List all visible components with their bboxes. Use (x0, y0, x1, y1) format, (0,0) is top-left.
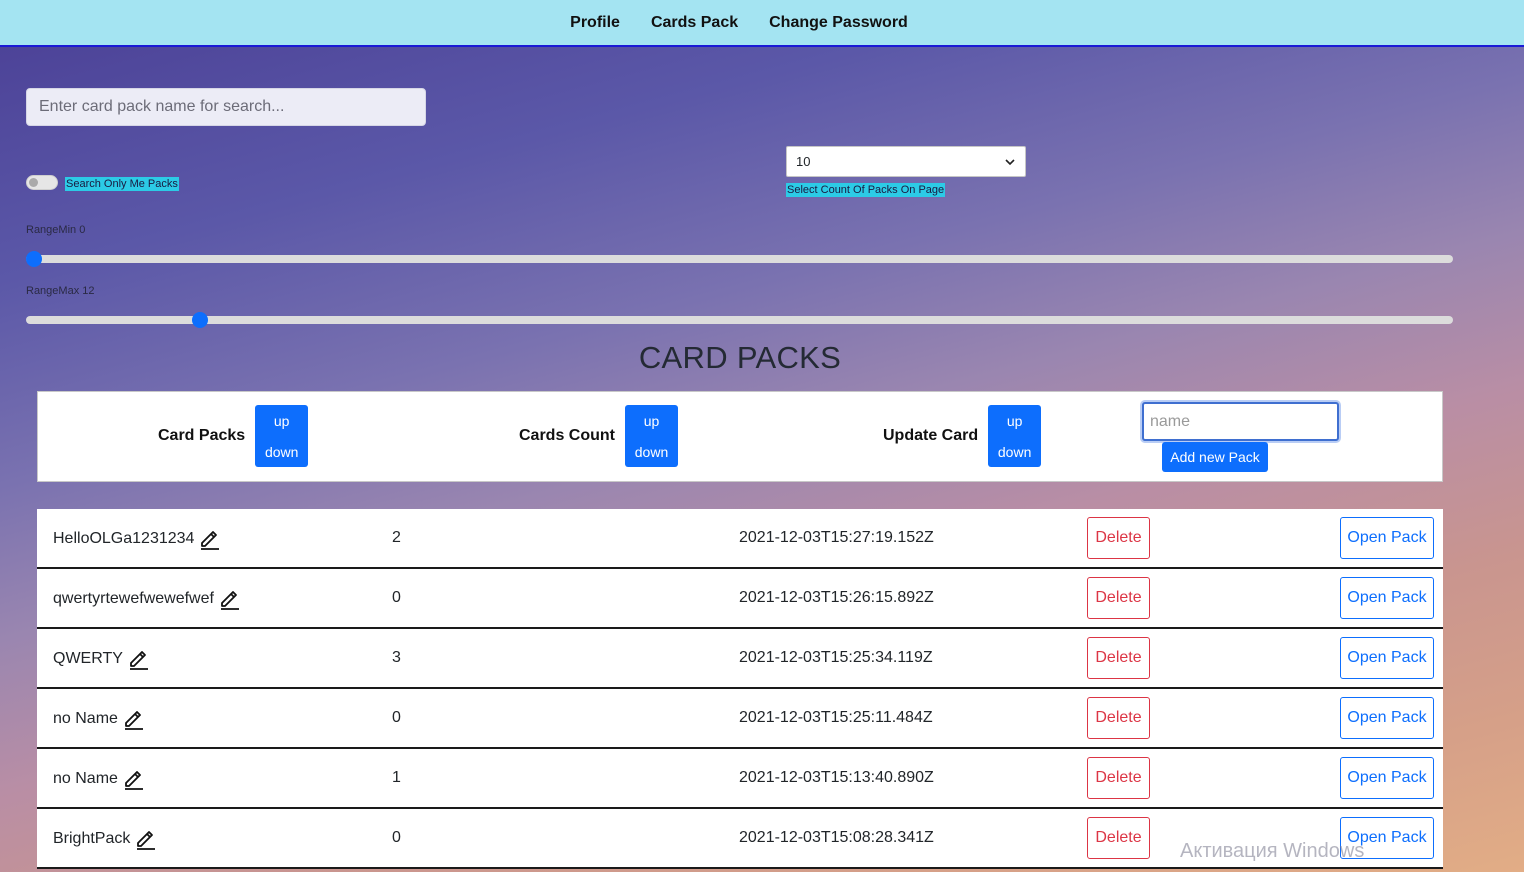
pack-name-cell: no Name (53, 767, 146, 791)
sort-update-card: Update Card up down (883, 405, 1042, 467)
pack-name-cell: HelloOLGa1231234 (53, 527, 222, 551)
edit-pencil-icon[interactable] (198, 527, 222, 551)
sort-count-down-button[interactable]: down (625, 436, 678, 467)
pack-name: no Name (53, 710, 118, 727)
delete-button[interactable]: Delete (1087, 757, 1150, 799)
pack-cards-count: 0 (392, 829, 401, 846)
sort-name-down-button[interactable]: down (255, 436, 309, 467)
sort-name-up-button[interactable]: up (255, 405, 309, 436)
open-pack-button[interactable]: Open Pack (1340, 577, 1434, 619)
table-row: HelloOLGa1231234 2 2021-12-03T15:27:19.152… (37, 509, 1443, 569)
range-min-thumb[interactable] (26, 251, 42, 267)
sort-cards-count: Cards Count up down (519, 405, 678, 467)
col-cards-count-label: Cards Count (519, 427, 615, 444)
pack-name-cell: qwertyrtewefwewefwef (53, 587, 242, 611)
sort-count-up-button[interactable]: up (625, 405, 678, 436)
pack-name: HelloOLGa1231234 (53, 530, 195, 547)
pack-cards-count: 1 (392, 769, 401, 786)
pack-name: BrightPack (53, 830, 131, 847)
pack-cards-count: 0 (392, 709, 401, 726)
chevron-down-icon (1005, 158, 1015, 165)
delete-button[interactable]: Delete (1087, 817, 1150, 859)
open-pack-button[interactable]: Open Pack (1340, 517, 1434, 559)
pack-name-cell: no Name (53, 707, 146, 731)
edit-pencil-icon[interactable] (127, 647, 151, 671)
sort-updated-up-button[interactable]: up (988, 405, 1042, 436)
nav-profile[interactable]: Profile (570, 14, 620, 32)
add-new-pack-button[interactable]: Add new Pack (1162, 442, 1268, 472)
nav-cards-pack[interactable]: Cards Pack (651, 14, 738, 32)
pack-name: QWERTY (53, 650, 123, 667)
range-min-label: RangeMin 0 (26, 224, 86, 236)
packs-list: HelloOLGa1231234 2 2021-12-03T15:27:19.152… (37, 509, 1443, 869)
page-title: CARD PACKS (638, 340, 842, 375)
windows-activation-watermark: Активация Windows (1180, 840, 1365, 862)
pack-updated: 2021-12-03T15:25:11.484Z (739, 709, 933, 726)
pack-name: no Name (53, 770, 118, 787)
sort-card-packs: Card Packs up down (158, 405, 309, 467)
delete-button[interactable]: Delete (1087, 577, 1150, 619)
open-pack-button[interactable]: Open Pack (1340, 697, 1434, 739)
table-row: qwertyrtewefwewefwef 0 2021-12-03T15:26:15… (37, 569, 1443, 629)
count-select[interactable]: 10 (786, 146, 1026, 177)
sort-updated-down-button[interactable]: down (988, 436, 1042, 467)
delete-button[interactable]: Delete (1087, 637, 1150, 679)
nav-change-password[interactable]: Change Password (769, 14, 908, 32)
table-row: no Name 1 2021-12-03T15:13:40.890Z Delete Op… (37, 749, 1443, 809)
pack-cards-count: 2 (392, 529, 401, 546)
pack-updated: 2021-12-03T15:27:19.152Z (739, 529, 934, 546)
count-select-value: 10 (796, 154, 811, 169)
edit-pencil-icon[interactable] (218, 587, 242, 611)
table-row: no Name 0 2021-12-03T15:25:11.484Z Delete Op… (37, 689, 1443, 749)
pack-cards-count: 3 (392, 649, 401, 666)
pack-name: qwertyrtewefwewefwef (53, 590, 214, 607)
pack-updated: 2021-12-03T15:25:34.119Z (739, 649, 933, 666)
count-select-label: Select Count Of Packs On Page (786, 183, 946, 197)
delete-button[interactable]: Delete (1087, 697, 1150, 739)
delete-button[interactable]: Delete (1087, 517, 1150, 559)
pack-updated: 2021-12-03T15:26:15.892Z (739, 589, 934, 606)
pack-name-cell: QWERTY (53, 647, 151, 671)
open-pack-button[interactable]: Open Pack (1340, 757, 1434, 799)
new-pack-name-input[interactable] (1142, 402, 1339, 441)
open-pack-button[interactable]: Open Pack (1340, 637, 1434, 679)
search-input[interactable] (26, 88, 426, 126)
only-me-label: Search Only Me Packs (65, 177, 179, 191)
range-max-slider[interactable] (26, 312, 1453, 328)
only-me-toggle[interactable] (26, 175, 58, 190)
col-update-card-label: Update Card (883, 427, 979, 444)
pack-name-cell: BrightPack (53, 827, 158, 851)
col-card-packs-label: Card Packs (158, 427, 246, 444)
range-max-thumb[interactable] (192, 312, 208, 328)
pack-updated: 2021-12-03T15:08:28.341Z (739, 829, 934, 846)
toggle-knob (29, 178, 38, 187)
edit-pencil-icon[interactable] (122, 767, 146, 791)
pack-updated: 2021-12-03T15:13:40.890Z (739, 769, 934, 786)
table-header: Card Packs up down Cards Count up down U… (37, 391, 1443, 482)
pack-cards-count: 0 (392, 589, 401, 606)
edit-pencil-icon[interactable] (122, 707, 146, 731)
top-nav: Profile Cards Pack Change Password (0, 0, 1524, 47)
range-min-slider[interactable] (26, 251, 1453, 267)
range-max-label: RangeMax 12 (26, 285, 95, 297)
edit-pencil-icon[interactable] (134, 827, 158, 851)
table-row: QWERTY 3 2021-12-03T15:25:34.119Z Delete Ope… (37, 629, 1443, 689)
